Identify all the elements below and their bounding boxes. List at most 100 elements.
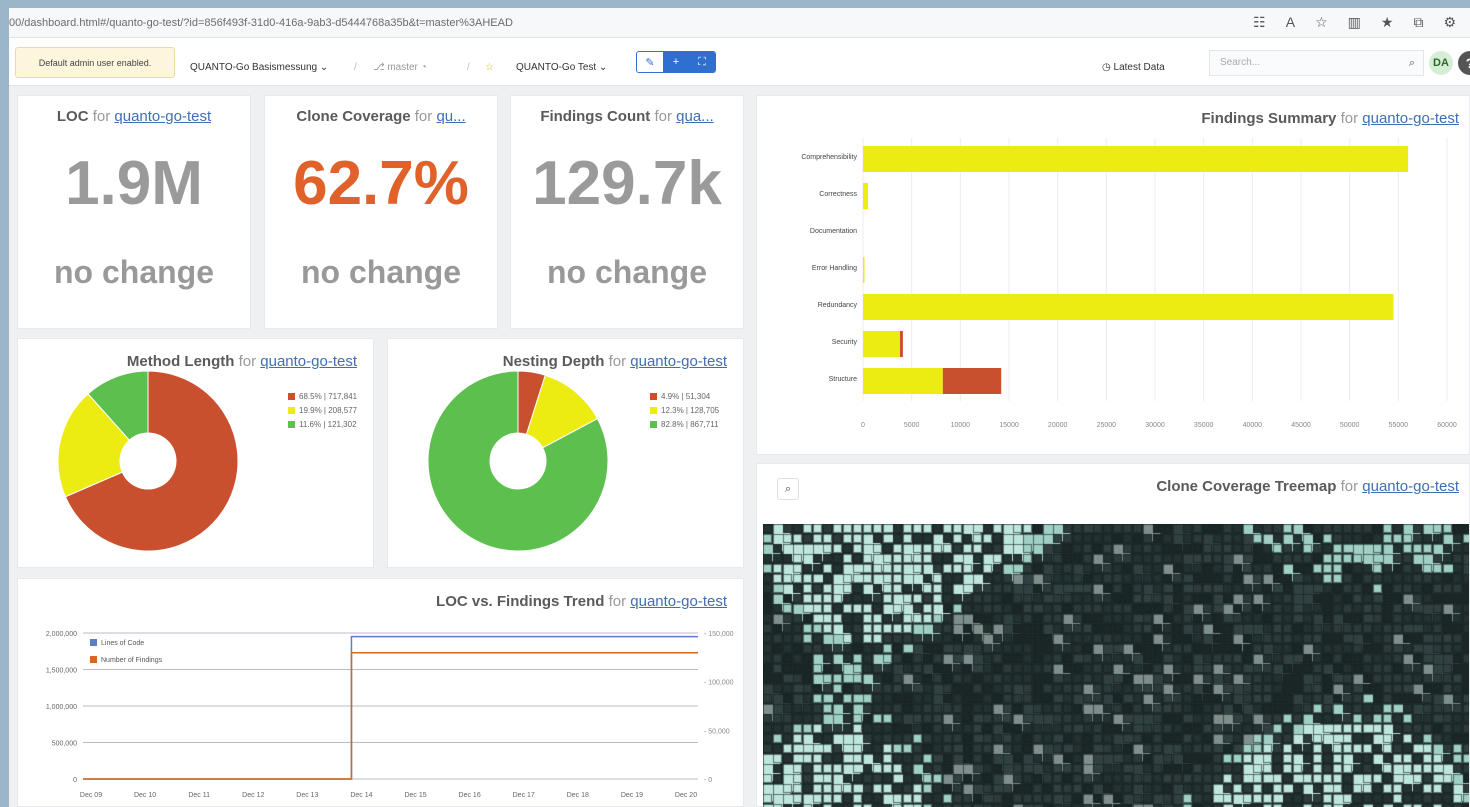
dashboard-select-label: QUANTO-Go Basismessung [190,62,318,73]
category-label: Comprehensibility [801,154,857,161]
bar[interactable] [942,368,1002,394]
project-link[interactable]: quanto-go-test [1362,478,1459,495]
bar[interactable] [863,368,943,394]
favorites-icon[interactable]: ★ [1381,14,1394,31]
x-tick-label: Dec 13 [296,792,318,799]
x-tick-label: Dec 20 [675,792,697,799]
project-link[interactable]: quanto-go-test [630,353,727,370]
loc-widget: LOC for quanto-go-test 1.9M no change [17,95,251,329]
widget-title: Nesting Depth for quanto-go-test [502,353,727,370]
project-link[interactable]: quanto-go-test [1362,110,1459,127]
legend-label: Number of Findings [101,657,163,664]
category-label: Structure [829,376,858,383]
kpi-value: 62.7% [293,149,469,218]
chart-legend: 68.5% | 717,841 19.9% | 208,577 11.6% | … [288,389,357,431]
kpi-change: no change [546,254,707,290]
read-aloud-icon[interactable]: ☷ [1253,14,1266,31]
x-tick-label: 0 [861,422,865,429]
chart-legend: 4.9% | 51,304 12.3% | 128,705 82.8% | 86… [650,389,719,431]
bar[interactable] [863,183,868,209]
series-line[interactable] [83,635,698,780]
legend-swatch [90,656,97,663]
y-right-tick-label: - 50,000 [704,728,730,735]
series-line[interactable] [83,652,698,780]
widget-title: LOC for quanto-go-test [56,108,212,125]
bar[interactable] [863,257,865,283]
nesting-depth-widget: Nesting Depth for quanto-go-test 4.9% | … [387,338,744,568]
category-label: Documentation [810,228,857,235]
y-left-tick-label: 0 [73,777,77,784]
search-icon[interactable]: ⌕ [1409,57,1415,70]
y-right-tick-label: - 150,000 [704,631,734,638]
findings-summary-bar-chart: 0 5000 10000 15000 20000 25000 30000 35000 40000… [801,138,1457,429]
widget-title: Findings Summary for quanto-go-test [1201,110,1459,127]
favorite-star-icon[interactable]: ☆ [1315,14,1328,31]
project-link[interactable]: qua... [676,108,714,125]
project-star-icon[interactable]: ☆ [485,62,494,73]
edit-pencil-icon[interactable]: ✎ [637,52,663,72]
fullscreen-icon[interactable]: ⛶ [689,52,715,72]
x-tick-label: Dec 18 [567,792,589,799]
help-icon[interactable]: ? [1458,51,1470,75]
search-placeholder: Search... [1220,57,1261,68]
clone-treemap-widget: ⌕ Clone Coverage Treemap for quanto-go-t… [756,463,1470,807]
x-tick-label: Dec 19 [621,792,643,799]
widget-title: Clone Coverage for qu... [296,108,466,125]
dashboard-edit-buttons: ✎ + ⛶ [636,51,716,73]
chevron-down-icon: ⌄ [319,62,329,73]
x-tick-label: 30000 [1145,422,1165,429]
bar[interactable] [863,331,900,357]
y-right-tick-label: - 0 [704,777,712,784]
project-link[interactable]: quanto-go-test [630,593,727,610]
x-tick-label: Dec 16 [459,792,481,799]
add-widget-icon[interactable]: + [663,52,689,72]
dashboard-select[interactable]: QUANTO-Go Basismessung ⌄ [190,62,328,73]
url-text[interactable]: 00/dashboard.html#/quanto-go-test/?id=85… [9,17,513,29]
bar[interactable] [899,331,903,357]
clone-coverage-treemap[interactable] [763,524,1469,807]
method-length-donut [58,371,239,552]
text-size-icon[interactable]: A [1286,14,1295,31]
extensions-icon[interactable]: ⚙ [1443,14,1456,31]
bar[interactable] [863,294,1394,320]
kpi-value: 129.7k [532,149,722,218]
latest-data-button[interactable]: ◷ Latest Data [1102,62,1165,73]
app-toolbar: Default admin user enabled. QUANTO-Go Ba… [9,38,1470,86]
separator: / [354,62,357,73]
legend-item: 82.8% | 867,711 [650,417,719,431]
project-select[interactable]: QUANTO-Go Test ⌄ [516,62,607,73]
project-link[interactable]: quanto-go-test [114,108,211,125]
legend-item: 11.6% | 121,302 [288,417,357,431]
x-tick-label: 55000 [1389,422,1409,429]
method-length-widget: Method Length for quanto-go-test 68.5% |… [17,338,374,568]
y-left-tick-label: 1,000,000 [46,704,77,711]
legend-item: 12.3% | 128,705 [650,403,719,417]
browser-actions: ☷ A ☆ ▥ ★ ⧉ ⚙ [1253,14,1456,31]
user-avatar[interactable]: DA [1429,51,1453,75]
legend-swatch [90,639,97,646]
x-tick-label: 40000 [1243,422,1263,429]
split-screen-icon[interactable]: ▥ [1348,14,1361,31]
project-link[interactable]: quanto-go-test [260,353,357,370]
project-link[interactable]: qu... [436,108,465,125]
x-tick-label: 35000 [1194,422,1214,429]
branch-label: master [387,62,418,73]
clock-icon: ◷ [1102,62,1114,73]
branch-select[interactable]: ⎇ master ◔ [373,62,427,73]
findings-count-widget: Findings Count for qua... 129.7k no chan… [510,95,744,329]
bar[interactable] [863,146,1409,172]
category-label: Security [832,339,858,346]
x-tick-label: 60000 [1437,422,1457,429]
kpi-change: no change [53,254,214,290]
clone-coverage-widget: Clone Coverage for qu... 62.7% no change [264,95,498,329]
admin-notice-text: Default admin user enabled. [38,57,152,68]
zoom-button[interactable]: ⌕ [777,478,799,500]
search-input[interactable]: Search... ⌕ [1209,50,1424,76]
legend-item: 4.9% | 51,304 [650,389,719,403]
address-bar[interactable]: 00/dashboard.html#/quanto-go-test/?id=85… [9,8,1470,38]
collections-icon[interactable]: ⧉ [1413,14,1423,31]
x-tick-label: 45000 [1291,422,1311,429]
clock-icon: ◔ [420,62,427,73]
x-tick-label: 15000 [999,422,1019,429]
kpi-change: no change [300,254,461,290]
